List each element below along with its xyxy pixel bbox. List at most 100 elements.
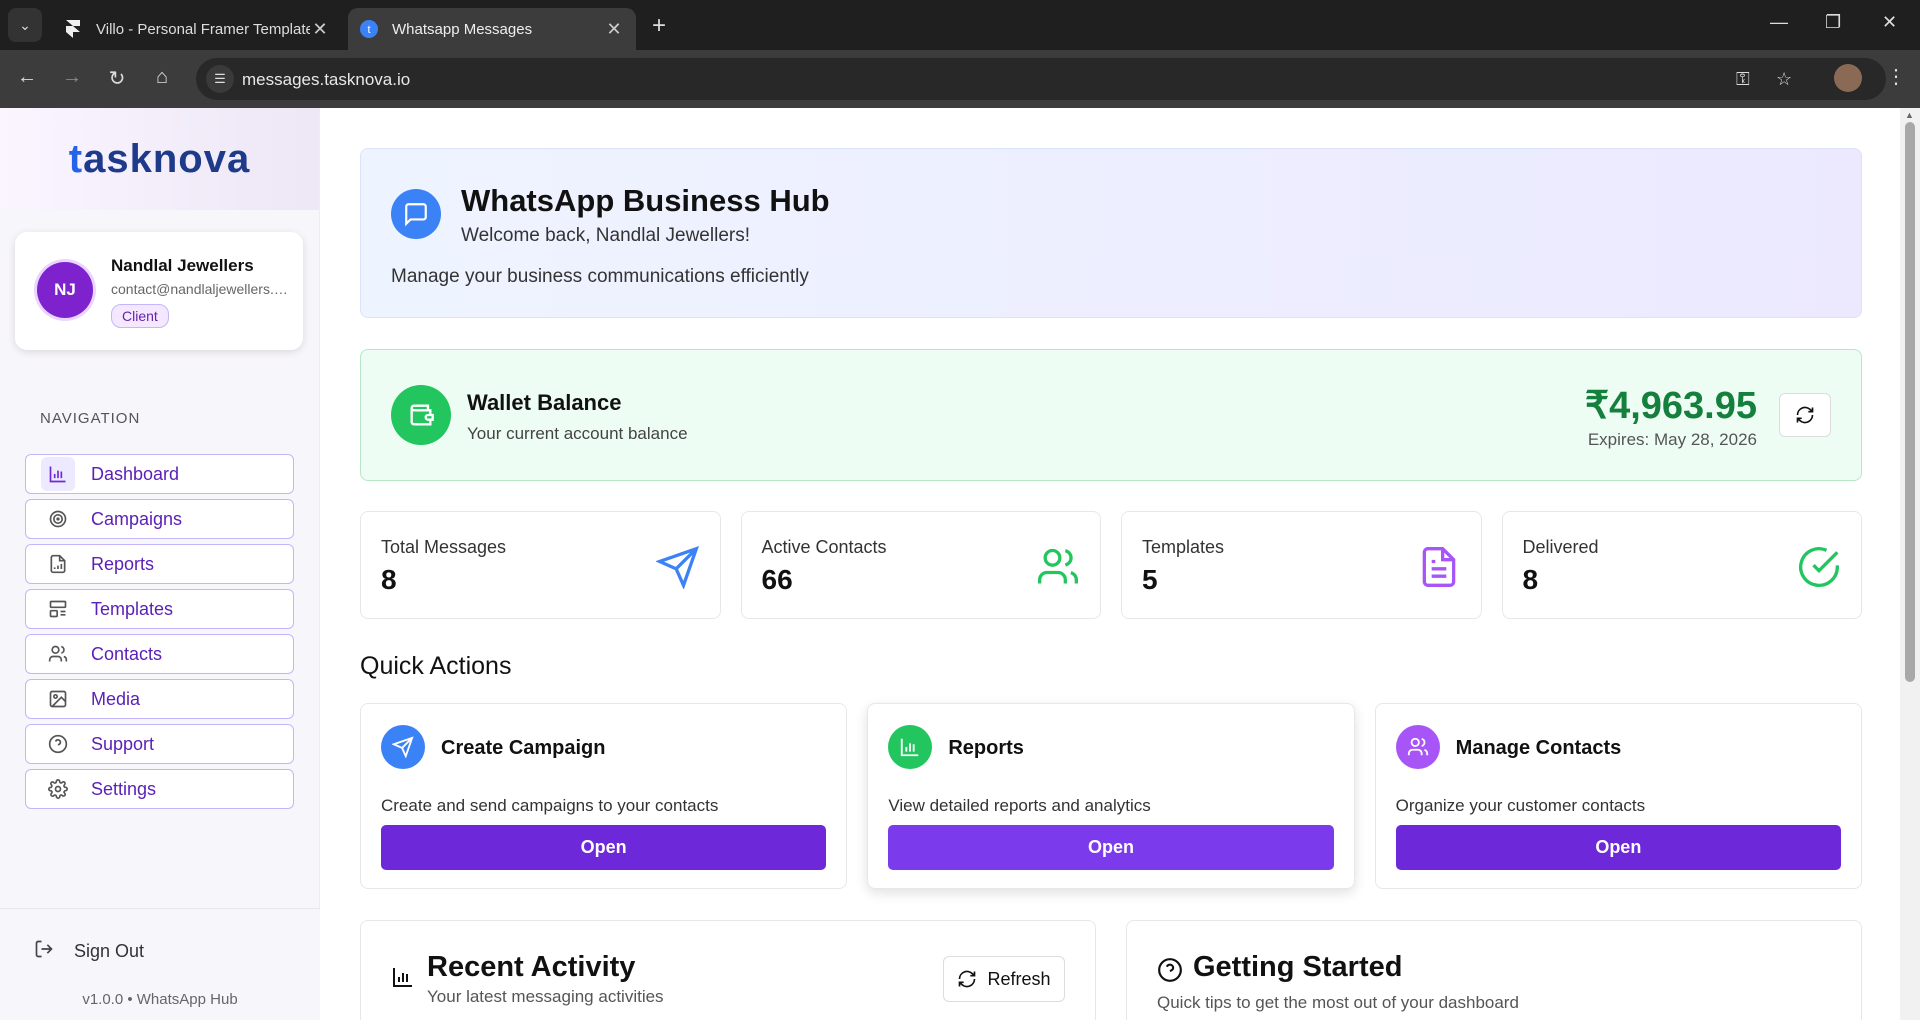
sidebar-item-dashboard[interactable]: Dashboard [25,454,294,494]
quick-action-reports: Reports View detailed reports and analyt… [867,703,1355,889]
page-title: WhatsApp Business Hub [461,183,830,218]
page-scrollbar[interactable]: ▲ [1900,108,1920,1020]
logo-area: tasknova [0,108,319,210]
scroll-up-icon[interactable]: ▲ [1905,110,1914,120]
open-create-campaign-button[interactable]: Open [381,825,827,870]
user-name: Nandlal Jewellers [111,256,254,275]
framer-icon [64,20,82,38]
open-manage-contacts-button[interactable]: Open [1395,825,1841,870]
scrollbar-thumb[interactable] [1905,122,1915,682]
sidebar: tasknova NJ Nandlal Jewellers contact@na… [0,108,320,1020]
stat-card-active-contacts: Active Contacts 66 [740,511,1101,619]
tab-title: Villo - Personal Framer Template [96,20,310,38]
restore-icon[interactable]: ❐ [1825,12,1841,33]
refresh-button[interactable]: Refresh [943,956,1065,1002]
layout-icon [41,592,75,626]
send-icon [655,545,699,589]
recent-activity-card: Recent Activity Your latest messaging ac… [360,920,1096,1020]
window-close-icon[interactable]: ✕ [1882,12,1897,33]
wallet-refresh-button[interactable] [1779,393,1831,437]
quick-actions-heading: Quick Actions [360,652,512,680]
quick-action-create-campaign: Create Campaign Create and send campaign… [360,703,848,889]
message-square-icon [391,189,441,239]
wallet-expiry: Expires: May 28, 2026 [1587,430,1757,449]
stat-value: 5 [1142,564,1158,595]
sidebar-footer: Sign Out v1.0.0 • WhatsApp Hub [0,908,320,1020]
back-icon[interactable]: ← [15,66,39,89]
wallet-title: Wallet Balance [467,390,622,415]
browser-menu-icon[interactable]: ⋮ [1886,64,1906,89]
sidebar-nav: Dashboard Campaigns Reports Templates Co… [25,454,294,814]
profile-avatar[interactable] [1834,64,1862,92]
stat-value: 66 [761,564,793,595]
quick-action-title: Create Campaign [441,737,606,759]
tasknova-logo[interactable]: tasknova [69,137,250,182]
site-info-icon[interactable]: ☰ [206,65,234,93]
svg-text:t: t [367,24,370,36]
wallet-subtitle: Your current account balance [467,424,688,443]
sign-out-button[interactable]: Sign Out [34,939,144,964]
new-tab-icon[interactable]: + [652,12,666,40]
sign-out-label: Sign Out [74,941,145,961]
browser-tab-villo[interactable]: Villo - Personal Framer Template ✕ [52,8,342,50]
wallet-icon [391,385,451,445]
getting-started-subtitle: Quick tips to get the most out of your d… [1157,993,1519,1012]
stat-card-templates: Templates 5 [1121,511,1482,619]
password-key-icon[interactable]: ⚿ [1736,69,1750,90]
file-chart-icon [41,547,75,581]
sidebar-item-label: Templates [91,598,174,619]
minimize-icon[interactable]: — [1770,12,1788,33]
quick-actions-row: Create Campaign Create and send campaign… [360,703,1862,889]
tab-search-button[interactable]: ⌄ [8,8,42,42]
address-bar[interactable]: ☰ messages.tasknova.io ⚿ ☆ [196,58,1886,100]
stat-value: 8 [381,564,397,595]
file-text-icon [1422,547,1455,587]
browser-tab-whatsapp[interactable]: t Whatsapp Messages ✕ [348,8,636,50]
stat-label: Delivered [1522,537,1599,557]
help-circle-icon [1158,958,1182,982]
version-text: v1.0.0 • WhatsApp Hub [82,991,238,1008]
stat-value: 8 [1522,564,1539,595]
quick-action-description: Organize your customer contacts [1395,796,1646,815]
sidebar-item-label: Reports [91,553,155,574]
check-circle-icon [1799,547,1839,587]
browser-toolbar: ← → ↻ ⌂ ☰ messages.tasknova.io ⚿ ☆ ⋮ [0,50,1920,108]
close-tab-icon[interactable]: ✕ [310,19,330,40]
stat-label: Templates [1142,537,1225,557]
close-tab-icon[interactable]: ✕ [604,19,624,40]
users-icon [1038,548,1078,584]
reload-icon[interactable]: ↻ [105,66,129,91]
sidebar-item-settings[interactable]: Settings [25,769,294,809]
sidebar-item-label: Dashboard [91,463,180,484]
main-content: WhatsApp Business Hub Welcome back, Nand… [320,108,1900,1020]
sidebar-item-support[interactable]: Support [25,724,294,764]
tab-title: Whatsapp Messages [392,20,533,38]
tasknova-favicon-icon: t [360,20,378,38]
target-icon [41,502,75,536]
open-reports-button[interactable]: Open [888,825,1334,870]
stat-label: Active Contacts [761,537,887,557]
sidebar-item-campaigns[interactable]: Campaigns [25,499,294,539]
quick-action-title: Reports [948,737,1024,759]
quick-action-description: View detailed reports and analytics [888,796,1151,815]
quick-action-title: Manage Contacts [1455,737,1622,759]
welcome-banner: WhatsApp Business Hub Welcome back, Nand… [360,148,1862,318]
sidebar-item-label: Support [91,733,155,754]
wallet-amount: ₹4,963.95 [1584,385,1757,427]
forward-icon[interactable]: → [60,66,84,89]
stats-row: Total Messages 8 Active Contacts 66 Temp… [360,511,1862,619]
send-icon [381,725,425,769]
gear-icon [41,772,75,806]
role-badge: Client [111,304,169,328]
sidebar-item-label: Campaigns [91,508,183,529]
sidebar-item-templates[interactable]: Templates [25,589,294,629]
sidebar-item-media[interactable]: Media [25,679,294,719]
stat-label: Total Messages [381,537,507,557]
wallet-card: Wallet Balance Your current account bala… [360,349,1862,481]
sidebar-item-reports[interactable]: Reports [25,544,294,584]
user-card: NJ Nandlal Jewellers contact@nandlaljewe… [15,232,303,350]
bookmark-star-icon[interactable]: ☆ [1776,69,1792,90]
sidebar-item-contacts[interactable]: Contacts [25,634,294,674]
home-icon[interactable]: ⌂ [150,66,174,89]
log-out-icon [34,939,54,964]
